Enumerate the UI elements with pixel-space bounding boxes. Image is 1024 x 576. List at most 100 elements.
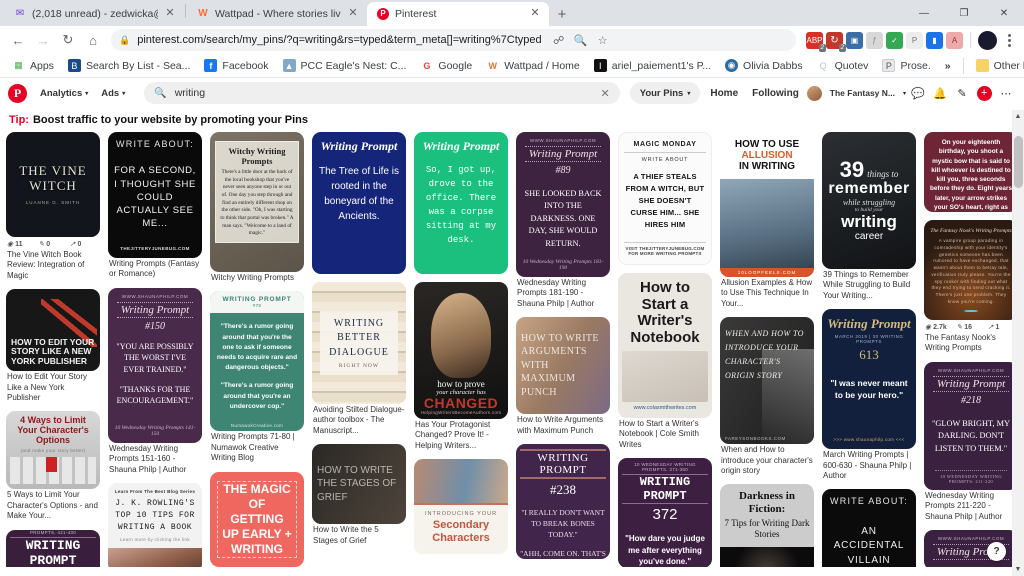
close-icon[interactable]: ✕	[164, 8, 176, 20]
tab-title: Pinterest	[395, 8, 437, 20]
pin-writing-prompt-238[interactable]: WRITING PROMPT #238 "I REALLY DON'T WANT…	[516, 443, 610, 559]
maximize-button[interactable]: ❐	[944, 0, 984, 26]
blocker-extension-icon[interactable]: ▣	[846, 31, 863, 49]
help-button[interactable]: ?	[987, 542, 1006, 561]
share-icon[interactable]: ☍	[549, 30, 569, 50]
bookmark-wattpad[interactable]: W Wattpad / Home	[480, 57, 585, 74]
more-options-icon[interactable]: ⋯	[996, 83, 1016, 103]
nav-analytics[interactable]: Analytics ▾	[35, 85, 93, 102]
bookmark-extension-icon[interactable]: ▮	[926, 31, 943, 49]
pinterest-save-extension-icon[interactable]: P	[906, 31, 923, 49]
bookmark-search-by-list[interactable]: B Search By List - Sea...	[62, 57, 196, 74]
pin-write-about-see-me[interactable]: WRITE ABOUT: FOR A SECOND, I THOUGHT SHE…	[108, 132, 202, 280]
bookmark-facebook[interactable]: f Facebook	[198, 57, 274, 74]
pin-corpse-at-desk[interactable]: Writing Prompt So, I got up, drove to th…	[414, 132, 508, 274]
pin-limit-options[interactable]: 4 Ways to Limit Your Character's Options…	[6, 411, 100, 521]
chrome-menu-icon[interactable]	[1000, 33, 1018, 47]
browser-toolbar: ← → ↻ ⌂ 🔒 pinterest.com/search/my_pins/?…	[0, 26, 1024, 54]
messages-icon[interactable]: 💬	[908, 83, 928, 103]
zoom-icon[interactable]: 🔍	[571, 30, 591, 50]
checkmark-extension-icon[interactable]: ✓	[886, 31, 903, 49]
browser-tab-mail[interactable]: ✉ (2,018 unread) - zedwicka@yaho ✕	[4, 2, 184, 26]
pin-39-things[interactable]: 39 things to remember while struggling t…	[822, 132, 916, 301]
pin-tack-icon[interactable]: ✎	[952, 83, 972, 103]
pin-prompt-613[interactable]: Writing Prompt MARCH 2019 | 30 WRITING P…	[822, 309, 916, 481]
dark-photo	[720, 547, 814, 567]
nav-following[interactable]: Following	[746, 85, 805, 102]
pin-image-footer: 10 WEDNESDAY WRITING PROMPTS: 211-220	[935, 469, 1007, 484]
pin-vine-witch[interactable]: THE VINE WITCH LUANNE G. SMITH ◉ 11 ✎ 0 ↗ 0…	[6, 132, 100, 281]
pin-edit-story[interactable]: HOW TO EDIT YOUR STORY LIKE A NEW YORK P…	[6, 289, 100, 403]
home-button[interactable]: ⌂	[81, 28, 105, 52]
chevron-down-icon[interactable]: ▾	[903, 90, 906, 97]
back-button[interactable]: ←	[6, 28, 30, 52]
bookmark-star-icon[interactable]: ☆	[593, 30, 613, 50]
pin-arguments-punch[interactable]: HOW TO WRITE ARGUMENTS WITH MAXIMUM PUNC…	[516, 317, 610, 436]
pin-accidental-villain[interactable]: WRITE ABOUT: AN ACCIDENTAL VILLAIN	[822, 489, 916, 567]
bookmark-pcc-eagles-nest[interactable]: ▲ PCC Eagle's Nest: C...	[277, 57, 413, 74]
pin-image-quote-1: "I REALLY DON'T WANT TO BREAK BONES TODA…	[521, 507, 605, 540]
pin-protagonist-changed[interactable]: how to prove your character has CHANGED …	[414, 282, 508, 451]
redirect-extension-icon[interactable]: ↻ 2	[826, 31, 846, 52]
pin-writing-better-dialogue[interactable]: WRITING BETTER DIALOGUE RIGHT NOW Avoidi…	[312, 282, 406, 436]
pin-magic-morning[interactable]: THE MAGIC OF GETTING UP EARLY + WRITING	[210, 471, 304, 567]
bookmarks-overflow-button[interactable]: »	[939, 58, 957, 74]
pin-writing-prompt-89[interactable]: WWW.SHAUNAPHILP.COM Writing Prompt #89 S…	[516, 132, 610, 309]
address-bar[interactable]: 🔒 pinterest.com/search/my_pins/?q=writin…	[111, 29, 796, 51]
pin-darkness-fiction[interactable]: Darkness in Fiction: 7 Tips for Writing …	[720, 484, 814, 567]
pin-fantasy-nook[interactable]: The Fantasy Nook's Writing Prompts A vam…	[924, 220, 1018, 354]
bookmark-olivia-dabbs[interactable]: ◉ Olivia Dabbs	[719, 57, 809, 74]
pin-writing-prompt-423[interactable]: 10 WEDNESDAY WRITING PROMPTS, 421-430 WR…	[6, 529, 100, 567]
pin-grid[interactable]: THE VINE WITCH LUANNE G. SMITH ◉ 11 ✎ 0 ↗ 0…	[0, 132, 1024, 567]
pin-rumor-prompt[interactable]: WRITING PROMPT #78 "There's a rumor goin…	[210, 291, 304, 463]
nav-ads[interactable]: Ads ▾	[96, 85, 130, 102]
bookmark-quotev[interactable]: Q Quotev	[811, 57, 875, 74]
reload-button[interactable]: ↻	[56, 28, 80, 52]
nav-home[interactable]: Home	[704, 85, 744, 102]
close-icon[interactable]: ✕	[529, 8, 541, 20]
pin-writing-prompt-372[interactable]: 10 WEDNESDAY WRITING PROMPTS, 371-380 WR…	[618, 458, 712, 567]
pin-writing-prompt-218[interactable]: WWW.SHAUNAPHILP.COM Writing Prompt #218 …	[924, 361, 1018, 522]
scrollbar-thumb[interactable]	[1014, 136, 1023, 188]
script-extension-icon[interactable]: ƒ	[866, 31, 883, 49]
pin-origin-story[interactable]: WHEN AND HOW TO INTRODUCE YOUR CHARACTER…	[720, 317, 814, 476]
minimize-button[interactable]: —	[904, 0, 944, 26]
pinterest-logo-icon[interactable]: P	[8, 83, 27, 103]
clear-search-icon[interactable]: ✕	[600, 87, 609, 100]
bookmarks-bar-right: Other bookmarks	[959, 57, 1024, 74]
pin-tree-of-life[interactable]: Writing Prompt The Tree of Life is roote…	[312, 132, 406, 274]
pin-writers-notebook[interactable]: How to Start a Writer's Notebook www.col…	[618, 273, 712, 450]
browser-tab-pinterest[interactable]: P Pinterest ✕	[367, 2, 549, 26]
pin-magic-monday[interactable]: MAGIC MONDAY WRITE ABOUT A THIEF STEALS …	[618, 132, 712, 265]
bookmark-ariel-paiement[interactable]: I ariel_paiement1's P...	[588, 57, 717, 74]
page-scrollbar[interactable]: ▲ ▼	[1012, 110, 1024, 576]
forward-button[interactable]: →	[31, 28, 55, 52]
pin-allusion[interactable]: HOW TO USE ALLUSION IN WRITING 10LOOPFEE…	[720, 132, 814, 309]
avatar[interactable]	[806, 85, 822, 101]
scroll-down-icon[interactable]: ▼	[1012, 563, 1024, 576]
account-name[interactable]: The Fantasy N...	[824, 85, 901, 101]
bookmark-apps[interactable]: ▦ Apps	[6, 57, 60, 74]
your-pins-dropdown[interactable]: Your Pins ▾	[629, 82, 701, 104]
bookmark-prose[interactable]: P Prose.	[876, 57, 936, 74]
close-window-button[interactable]: ✕	[984, 0, 1024, 26]
adobe-extension-icon[interactable]: A	[946, 31, 963, 49]
bookmark-google[interactable]: G Google	[414, 57, 478, 74]
pin-eighteenth-birthday[interactable]: On your eighteenth birthday, you shoot a…	[924, 132, 1018, 212]
close-icon[interactable]: ✕	[347, 8, 359, 20]
pin-writing-prompt-150[interactable]: WWW.SHAUNAPHILP.COM Writing Prompt #150 …	[108, 287, 202, 475]
profile-avatar[interactable]	[978, 30, 997, 50]
pin-stages-of-grief[interactable]: HOW TO WRITE THE STAGES OF GRIEF How to …	[312, 444, 406, 546]
browser-tab-wattpad[interactable]: W Wattpad - Where stories live ✕	[187, 2, 367, 26]
scroll-up-icon[interactable]: ▲	[1012, 110, 1024, 123]
pin-jk-rowling-tips[interactable]: Learn From The Best Blog Series J. K. RO…	[108, 482, 202, 567]
pin-witchy-prompts[interactable]: Witchy Writing Prompts There's a little …	[210, 132, 304, 283]
adblock-extension-icon[interactable]: ABP 2	[806, 31, 826, 52]
new-tab-button[interactable]: +	[549, 2, 575, 26]
other-bookmarks-folder[interactable]: Other bookmarks	[970, 57, 1024, 74]
create-pin-icon[interactable]: +	[974, 83, 994, 103]
search-input[interactable]: 🔍 writing ✕	[144, 82, 620, 104]
pin-columns: THE VINE WITCH LUANNE G. SMITH ◉ 11 ✎ 0 ↗ 0…	[6, 132, 1018, 567]
notifications-bell-icon[interactable]: 🔔	[930, 83, 950, 103]
pin-secondary-characters[interactable]: INTRODUCING YOUR Secondary Characters	[414, 459, 508, 555]
